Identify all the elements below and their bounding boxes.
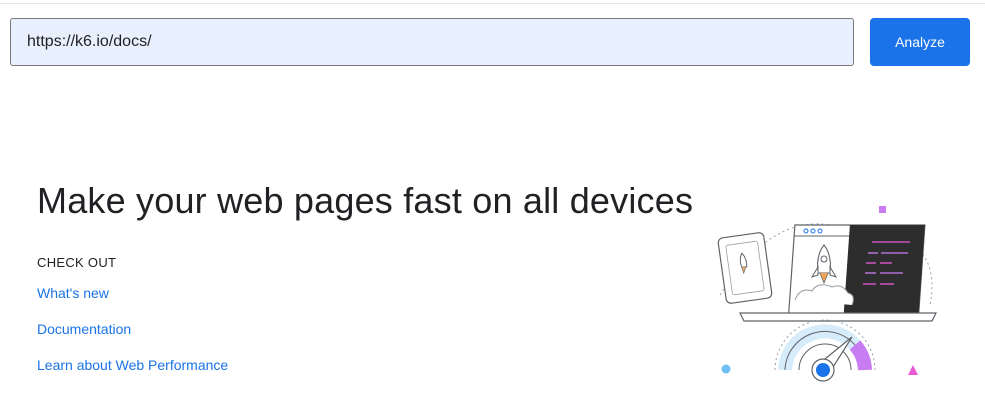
url-input[interactable] bbox=[10, 18, 854, 66]
page: Analyze Make your web pages fast on all … bbox=[0, 0, 985, 406]
devices-speed-gauge-illustration bbox=[717, 206, 937, 382]
speed-gauge-icon bbox=[774, 319, 876, 382]
pink-triangle-icon bbox=[908, 365, 918, 375]
whats-new-link[interactable]: What's new bbox=[37, 285, 109, 301]
top-divider bbox=[0, 3, 985, 4]
web-performance-link[interactable]: Learn about Web Performance bbox=[37, 357, 228, 373]
blue-dot-icon bbox=[721, 364, 731, 374]
documentation-link[interactable]: Documentation bbox=[37, 321, 131, 337]
page-headline: Make your web pages fast on all devices bbox=[37, 180, 694, 221]
phone-icon bbox=[717, 232, 773, 304]
purple-square-icon bbox=[879, 206, 886, 213]
analyze-button[interactable]: Analyze bbox=[870, 18, 970, 66]
check-out-label: CHECK OUT bbox=[37, 255, 117, 270]
